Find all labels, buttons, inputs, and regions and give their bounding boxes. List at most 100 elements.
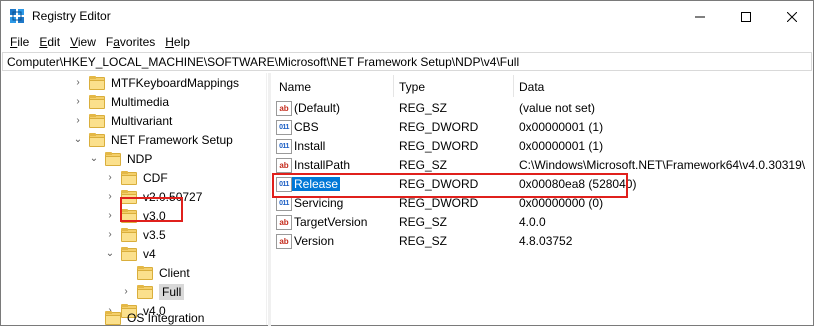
chevron-down-icon[interactable]: ⌄ xyxy=(72,130,84,149)
value-data: C:\Windows\Microsoft.NET\Framework64\v4.… xyxy=(519,158,806,172)
folder-icon xyxy=(89,113,105,128)
chevron-right-icon[interactable]: › xyxy=(72,73,84,92)
release-row-highlight xyxy=(272,173,628,198)
chevron-right-icon[interactable]: › xyxy=(72,92,84,111)
chevron-down-icon[interactable]: ⌄ xyxy=(104,244,116,263)
value-row[interactable]: ab TargetVersion REG_SZ 4.0.0 xyxy=(271,213,813,232)
minimize-button[interactable] xyxy=(677,1,723,32)
value-type: REG_DWORD xyxy=(399,120,479,134)
tree-item[interactable]: › Multimedia xyxy=(72,92,169,111)
full-key-highlight xyxy=(120,197,183,222)
tree-item[interactable]: › Multivariant xyxy=(72,111,172,130)
value-name: Install xyxy=(294,139,326,153)
value-type: REG_SZ xyxy=(399,234,448,248)
value-name: (Default) xyxy=(294,101,341,115)
tree-item-label: v4 xyxy=(143,246,156,261)
folder-icon xyxy=(105,151,121,166)
value-type: REG_DWORD xyxy=(399,196,479,210)
value-type: REG_SZ xyxy=(399,101,448,115)
values-list[interactable]: Name Type Data ab (Default) REG_SZ (valu… xyxy=(271,73,813,325)
value-type: REG_SZ xyxy=(399,158,448,172)
tree-item[interactable]: ⌄ v4 xyxy=(104,244,156,263)
value-row[interactable]: ab (Default) REG_SZ (value not set) xyxy=(271,99,813,118)
value-row[interactable]: 011 Install REG_DWORD 0x00000001 (1) xyxy=(271,137,813,156)
value-name: Version xyxy=(294,234,335,248)
address-bar[interactable]: Computer\HKEY_LOCAL_MACHINE\SOFTWARE\Mic… xyxy=(2,52,812,71)
value-data: 4.8.03752 xyxy=(519,234,573,248)
menu-edit[interactable]: Edit xyxy=(34,33,65,51)
registry-editor-window: Registry Editor File Edit View Favorites… xyxy=(0,0,814,326)
close-button[interactable] xyxy=(769,1,814,32)
list-header: Name Type Data xyxy=(271,73,813,99)
value-data: (value not set) xyxy=(519,101,596,115)
tree-item[interactable]: › MTFKeyboardMappings xyxy=(72,73,239,92)
chevron-down-icon[interactable]: ⌄ xyxy=(88,149,100,168)
column-header-name[interactable]: Name xyxy=(279,80,311,94)
column-header-type[interactable]: Type xyxy=(399,80,425,94)
tree-item-selected[interactable]: › Full xyxy=(120,282,185,301)
column-header-data[interactable]: Data xyxy=(519,80,544,94)
folder-icon xyxy=(137,265,153,280)
tree-item-label: CDF xyxy=(143,170,168,185)
maximize-button[interactable] xyxy=(723,1,769,32)
value-row[interactable]: 011 CBS REG_DWORD 0x00000001 (1) xyxy=(271,118,813,137)
chevron-right-icon[interactable]: › xyxy=(104,168,116,187)
tree-item[interactable]: › v3.5 xyxy=(104,225,166,244)
menu-help[interactable]: Help xyxy=(160,33,195,51)
value-data: 4.0.0 xyxy=(519,215,546,229)
value-row[interactable]: ab Version REG_SZ 4.8.03752 xyxy=(271,232,813,251)
tree-item[interactable]: ⌄ NET Framework Setup xyxy=(72,130,233,149)
column-divider[interactable] xyxy=(513,75,514,97)
tree-item-label: NET Framework Setup xyxy=(111,132,233,147)
maximize-icon xyxy=(741,11,751,22)
value-name: CBS xyxy=(294,120,319,134)
menu-file[interactable]: File xyxy=(5,33,34,51)
folder-icon xyxy=(121,227,137,242)
tree-item-label: Client xyxy=(159,265,190,280)
folder-icon xyxy=(137,284,153,299)
dword-value-icon: 011 xyxy=(276,120,292,135)
tree-item-label: OS Integration xyxy=(127,310,205,325)
tree-item[interactable]: › CDF xyxy=(104,168,168,187)
chevron-right-icon[interactable]: › xyxy=(72,111,84,130)
tree-item-label: MTFKeyboardMappings xyxy=(111,75,240,90)
menu-bar: File Edit View Favorites Help xyxy=(1,32,813,52)
value-data: 0x00000001 (1) xyxy=(519,120,604,134)
value-data: 0x00000001 (1) xyxy=(519,139,604,153)
menu-favorites[interactable]: Favorites xyxy=(101,33,160,51)
tree-item-label: Multimedia xyxy=(111,94,170,109)
string-value-icon: ab xyxy=(276,234,292,249)
window-title: Registry Editor xyxy=(32,9,111,23)
chevron-right-icon[interactable]: › xyxy=(104,206,116,225)
close-icon xyxy=(787,11,797,22)
tree-item[interactable]: ⌄ NDP xyxy=(88,149,152,168)
chevron-right-icon[interactable]: › xyxy=(120,282,132,301)
folder-icon xyxy=(89,132,105,147)
column-divider[interactable] xyxy=(393,75,394,97)
dword-value-icon: 011 xyxy=(276,196,292,211)
string-value-icon: ab xyxy=(276,158,292,173)
registry-icon xyxy=(10,9,24,23)
folder-icon xyxy=(121,246,137,261)
folder-icon xyxy=(121,170,137,185)
menu-view[interactable]: View xyxy=(65,33,101,51)
tree-item-label: Full xyxy=(159,283,185,300)
title-bar[interactable]: Registry Editor xyxy=(1,1,813,32)
value-name: TargetVersion xyxy=(294,215,368,229)
folder-icon xyxy=(89,94,105,109)
string-value-icon: ab xyxy=(276,101,292,116)
value-type: REG_DWORD xyxy=(399,139,479,153)
tree-item-label: v3.5 xyxy=(143,227,166,242)
tree-item[interactable]: OS Integration xyxy=(88,308,204,325)
minimize-icon xyxy=(695,16,705,17)
folder-icon xyxy=(89,75,105,90)
dword-value-icon: 011 xyxy=(276,139,292,154)
value-name: InstallPath xyxy=(294,158,351,172)
tree-item-label: NDP xyxy=(127,151,153,166)
tree-item[interactable]: Client xyxy=(120,263,190,282)
chevron-right-icon[interactable]: › xyxy=(104,225,116,244)
value-type: REG_SZ xyxy=(399,215,448,229)
chevron-right-icon[interactable]: › xyxy=(104,187,116,206)
